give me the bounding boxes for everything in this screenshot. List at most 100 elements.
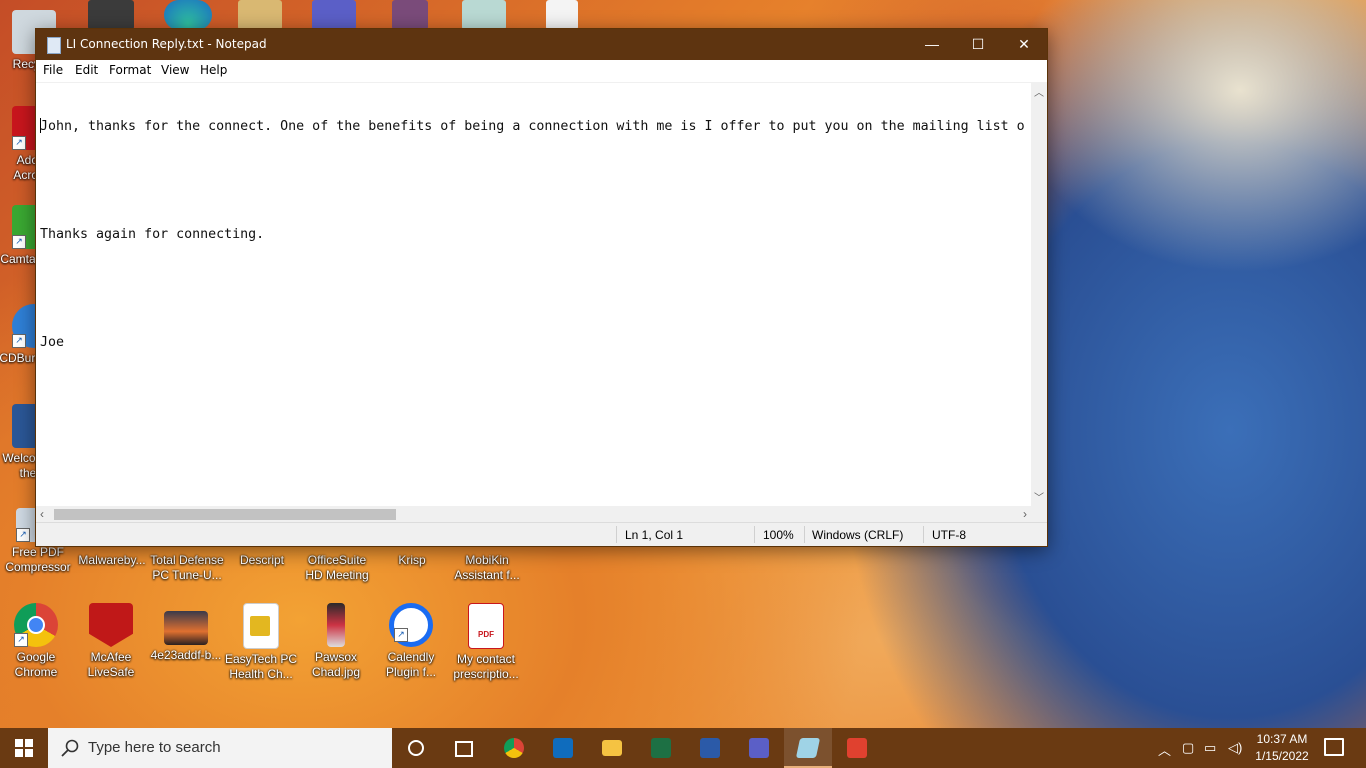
- notepad-window[interactable]: LI Connection Reply.txt - Notepad — ☐ ✕ …: [35, 28, 1048, 547]
- show-hidden-icons-chevron-icon[interactable]: ︿: [1158, 740, 1171, 759]
- start-button[interactable]: [0, 728, 48, 768]
- taskbar: Type here to search ︿ ▢ ▭ ◁) 10:37 AM 1/…: [0, 728, 1366, 768]
- desktop-top-icon-5[interactable]: [392, 0, 428, 30]
- maximize-button[interactable]: ☐: [955, 29, 1001, 60]
- menu-view[interactable]: View: [161, 63, 189, 77]
- task-view-button[interactable]: [440, 728, 488, 768]
- status-bar: Ln 1, Col 1 100% Windows (CRLF) UTF-8: [36, 522, 1047, 546]
- desktop-icon-label: Google Chrome: [14, 650, 58, 679]
- excel-icon: [651, 738, 671, 758]
- desktop-icon-image-file[interactable]: 4e23addf-b...: [148, 603, 224, 663]
- desktop-icon-label: Descript: [239, 553, 284, 567]
- network-icon[interactable]: ▢: [1182, 740, 1194, 756]
- taskbar-file-explorer[interactable]: [588, 728, 636, 768]
- desktop-icon-mcafee[interactable]: McAfee LiveSafe: [73, 603, 149, 680]
- scrollbar-corner: [1031, 506, 1047, 522]
- taskbar-notepad[interactable]: [784, 728, 832, 768]
- task-view-icon: [455, 741, 473, 757]
- teams-icon: [749, 738, 769, 758]
- desktop-top-icon-3[interactable]: [238, 0, 282, 30]
- windows-logo-icon: [15, 739, 33, 757]
- word-icon: [700, 738, 720, 758]
- calendly-icon: ↗: [389, 603, 433, 647]
- volume-icon[interactable]: ◁): [1228, 740, 1242, 756]
- status-divider: [616, 526, 617, 543]
- desktop-icon-descript[interactable]: Descript: [224, 553, 300, 568]
- desktop-icon-label: My contact prescriptio...: [453, 652, 519, 681]
- mcafee-icon: [89, 603, 133, 647]
- desktop-icon-malwarebytes[interactable]: Malwareby...: [74, 553, 150, 568]
- menu-format[interactable]: Format: [109, 63, 151, 77]
- status-divider: [754, 526, 755, 543]
- menu-help[interactable]: Help: [200, 63, 227, 77]
- status-encoding: UTF-8: [932, 528, 966, 542]
- notifications-icon[interactable]: [1324, 738, 1344, 756]
- horizontal-scrollbar[interactable]: ‹ ›: [36, 506, 1031, 522]
- close-button[interactable]: ✕: [1001, 29, 1047, 60]
- status-line-ending: Windows (CRLF): [812, 528, 904, 542]
- desktop-icon-label: Pawsox Chad.jpg: [311, 650, 361, 679]
- desktop-icon-pawsox[interactable]: Pawsox Chad.jpg: [298, 603, 374, 680]
- window-title: LI Connection Reply.txt - Notepad: [66, 37, 267, 51]
- desktop-icon-label: OfficeSuite HD Meeting: [305, 553, 369, 582]
- desktop-top-icon-teams[interactable]: [312, 0, 356, 30]
- chrome-icon: [504, 738, 524, 758]
- clock-time: 10:37 AM: [1256, 732, 1308, 746]
- desktop-icon-label: MobiKin Assistant f...: [454, 553, 520, 582]
- text-line-2: [40, 172, 1031, 190]
- cortana-button[interactable]: [392, 728, 440, 768]
- desktop-top-icon-doc[interactable]: [546, 0, 578, 30]
- desktop-top-icon-edge[interactable]: [164, 0, 212, 30]
- desktop-icon-chrome[interactable]: ↗ Google Chrome: [0, 603, 74, 680]
- desktop-icon-contact-pdf[interactable]: PDF My contact prescriptio...: [448, 603, 524, 682]
- chrome-icon: ↗: [14, 603, 58, 647]
- desktop-icon-officesuite[interactable]: OfficeSuite HD Meeting: [299, 553, 375, 583]
- battery-icon[interactable]: ▭: [1204, 740, 1216, 756]
- taskbar-teams[interactable]: [735, 728, 783, 768]
- search-icon: [61, 739, 79, 757]
- scroll-right-icon[interactable]: ›: [1023, 507, 1027, 521]
- desktop-top-icon-book[interactable]: [462, 0, 506, 30]
- cortana-icon: [408, 740, 424, 756]
- text-line-5: Joe: [40, 335, 65, 350]
- file-explorer-icon: [602, 740, 622, 756]
- pdf-file-icon: PDF: [468, 603, 504, 649]
- desktop-icon-krisp[interactable]: Krisp: [374, 553, 450, 568]
- menu-file[interactable]: File: [43, 63, 63, 77]
- desktop-icon-label: Total Defense PC Tune-U...: [150, 553, 224, 582]
- search-placeholder: Type here to search: [88, 739, 221, 756]
- scroll-left-icon[interactable]: ‹: [40, 507, 44, 521]
- desktop-icon-label: EasyTech PC Health Ch...: [224, 652, 298, 681]
- desktop-top-icon-1[interactable]: [88, 0, 134, 30]
- scroll-up-icon[interactable]: ︿: [1034, 84, 1044, 99]
- desktop-icon-calendly[interactable]: ↗ Calendly Plugin f...: [373, 603, 449, 680]
- taskbar-chrome[interactable]: [490, 728, 538, 768]
- desktop-icon-easytech[interactable]: EasyTech PC Health Ch...: [223, 603, 299, 682]
- taskbar-word[interactable]: [686, 728, 734, 768]
- notepad-icon: [795, 738, 821, 758]
- snagit-icon: [847, 738, 867, 758]
- clock[interactable]: 10:37 AM 1/15/2022: [1250, 731, 1314, 765]
- horizontal-scroll-thumb[interactable]: [54, 509, 396, 520]
- status-divider: [804, 526, 805, 543]
- taskbar-search-box[interactable]: Type here to search: [48, 728, 392, 768]
- title-bar[interactable]: LI Connection Reply.txt - Notepad — ☐ ✕: [36, 29, 1047, 60]
- desktop-icon-mobikin[interactable]: MobiKin Assistant f...: [449, 553, 525, 583]
- desktop-icon-label: McAfee LiveSafe: [87, 650, 135, 679]
- scroll-down-icon[interactable]: ﹀: [1034, 489, 1044, 504]
- menu-bar: File Edit Format View Help: [36, 60, 1047, 83]
- taskbar-snagit[interactable]: [833, 728, 881, 768]
- clock-date: 1/15/2022: [1255, 749, 1309, 763]
- menu-edit[interactable]: Edit: [75, 63, 98, 77]
- taskbar-outlook[interactable]: [539, 728, 587, 768]
- vertical-scrollbar[interactable]: ︿ ﹀: [1031, 82, 1047, 506]
- taskbar-excel[interactable]: [637, 728, 685, 768]
- status-position: Ln 1, Col 1: [625, 528, 684, 542]
- desktop-icon-total-defense[interactable]: Total Defense PC Tune-U...: [149, 553, 225, 583]
- minimize-button[interactable]: —: [909, 29, 955, 60]
- easytech-icon: [243, 603, 279, 649]
- text-editor[interactable]: John, thanks for the connect. One of the…: [36, 82, 1031, 506]
- desktop-icon-label: 4e23addf-b...: [150, 648, 222, 662]
- text-line-3: Thanks again for connecting.: [40, 227, 265, 242]
- desktop-icon-label: Krisp: [398, 553, 426, 567]
